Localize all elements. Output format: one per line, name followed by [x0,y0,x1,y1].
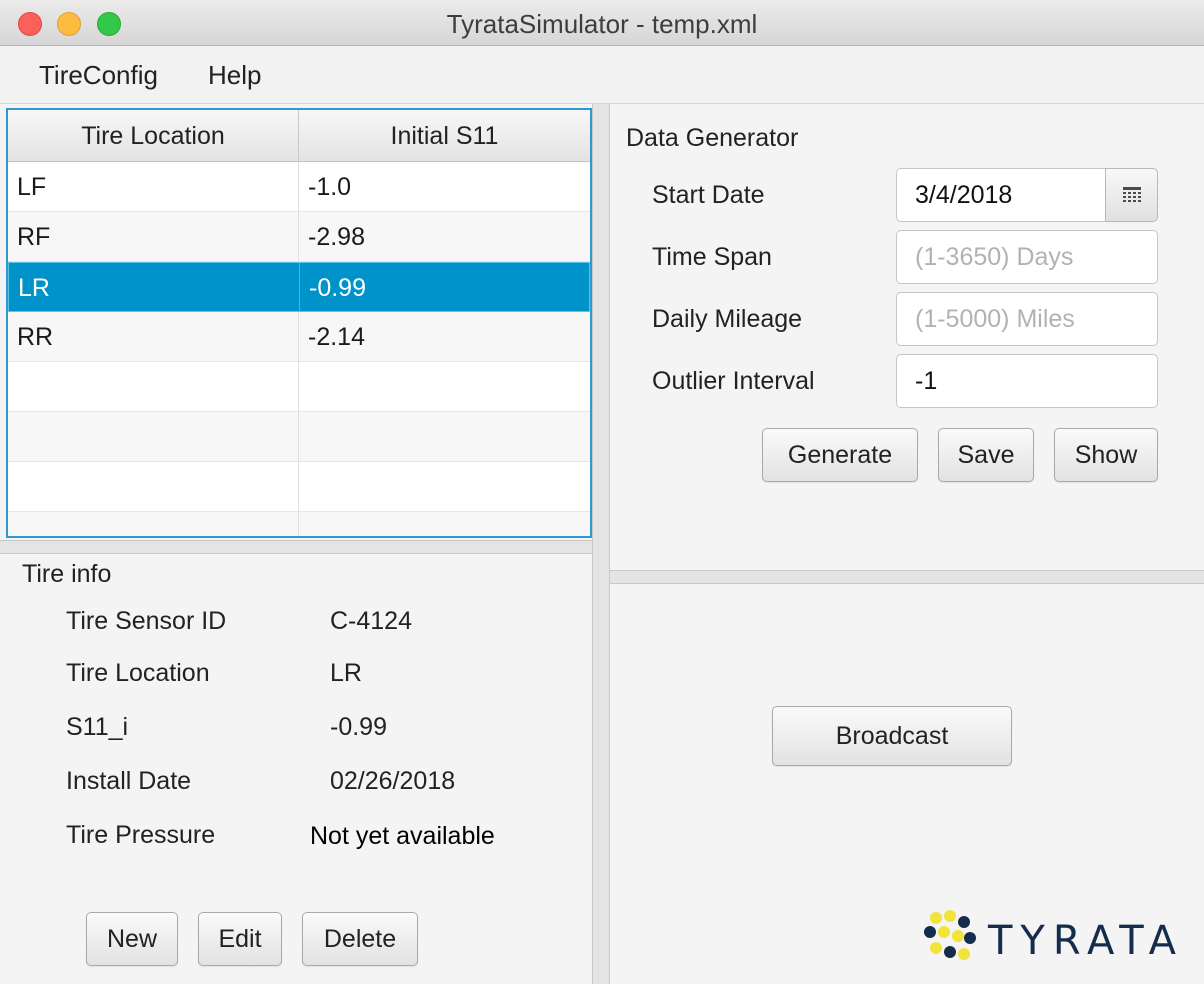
daily-mileage-placeholder: (1-5000) Miles [915,305,1075,333]
table-row[interactable]: RR -2.14 [8,312,590,362]
edit-button[interactable]: Edit [198,912,282,966]
empty-table-row [8,462,590,512]
time-span-placeholder: (1-3650) Days [915,243,1074,271]
menu-tireconfig[interactable]: TireConfig [39,60,158,91]
start-date-input[interactable]: 3/4/2018 [896,168,1106,222]
menu-bar: TireConfig Help [0,46,1204,104]
time-span-label: Time Span [652,243,772,271]
empty-table-row [8,512,590,536]
cell-tire-location: RR [8,312,299,362]
window-titlebar: TyrataSimulator - temp.xml [0,0,1204,46]
column-header-initial-s11[interactable]: Initial S11 [299,110,590,162]
tire-location-value: LR [330,659,362,687]
daily-mileage-input[interactable]: (1-5000) Miles [896,292,1158,346]
tire-table[interactable]: Tire Location Initial S11 LF -1.0 RF -2.… [6,108,592,538]
install-date-value: 02/26/2018 [330,767,456,795]
s11-i-value: -0.99 [330,713,387,741]
table-header: Tire Location Initial S11 [8,110,590,162]
cell-initial-s11: -1.0 [308,173,352,201]
daily-mileage-label: Daily Mileage [652,305,803,333]
time-span-input[interactable]: (1-3650) Days [896,230,1158,284]
left-split-divider[interactable] [0,540,592,554]
tire-sensor-id-label: Tire Sensor ID [66,607,227,635]
calendar-icon [1122,187,1141,202]
cell-initial-s11: -2.14 [308,323,365,351]
table-row[interactable]: LF -1.0 [8,162,590,212]
cell-tire-location: LR [9,263,300,313]
outlier-interval-input[interactable]: -1 [896,354,1158,408]
cell-initial-s11: -0.99 [309,274,366,302]
data-generator-title: Data Generator [626,124,799,152]
tyrata-logo-mark-icon [924,910,976,960]
date-picker-button[interactable] [1105,168,1158,222]
tire-pressure-value: Not yet available [310,822,495,850]
cell-tire-location: RF [8,212,299,262]
start-date-label: Start Date [652,181,765,209]
empty-table-row [8,362,590,412]
table-body: LF -1.0 RF -2.98 LR -0.99 RR -2.14 [8,162,590,536]
menu-help[interactable]: Help [208,60,261,91]
broadcast-button[interactable]: Broadcast [772,706,1012,766]
tire-info-title: Tire info [22,560,112,588]
window-title: TyrataSimulator - temp.xml [446,9,758,39]
right-split-divider[interactable] [610,570,1204,584]
empty-table-row [8,412,590,462]
outlier-interval-label: Outlier Interval [652,367,815,395]
s11-i-label: S11_i [66,713,129,741]
tire-pressure-label: Tire Pressure [66,821,216,849]
tire-location-label: Tire Location [66,659,210,687]
save-button[interactable]: Save [938,428,1034,482]
cell-initial-s11: -2.98 [308,223,365,251]
tyrata-logo-text: TYRATA [988,918,1184,964]
show-button[interactable]: Show [1054,428,1158,482]
install-date-label: Install Date [66,767,192,795]
generate-button[interactable]: Generate [762,428,918,482]
column-header-tire-location[interactable]: Tire Location [8,110,299,162]
main-split-divider[interactable] [592,104,610,984]
table-row[interactable]: RF -2.98 [8,212,590,262]
table-row-selected[interactable]: LR -0.99 [8,262,590,313]
new-button[interactable]: New [86,912,178,966]
tire-sensor-id-value: C-4124 [330,607,412,635]
cell-tire-location: LF [8,162,299,212]
delete-button[interactable]: Delete [302,912,418,966]
tyrata-logo: TYRATA [922,908,1182,968]
